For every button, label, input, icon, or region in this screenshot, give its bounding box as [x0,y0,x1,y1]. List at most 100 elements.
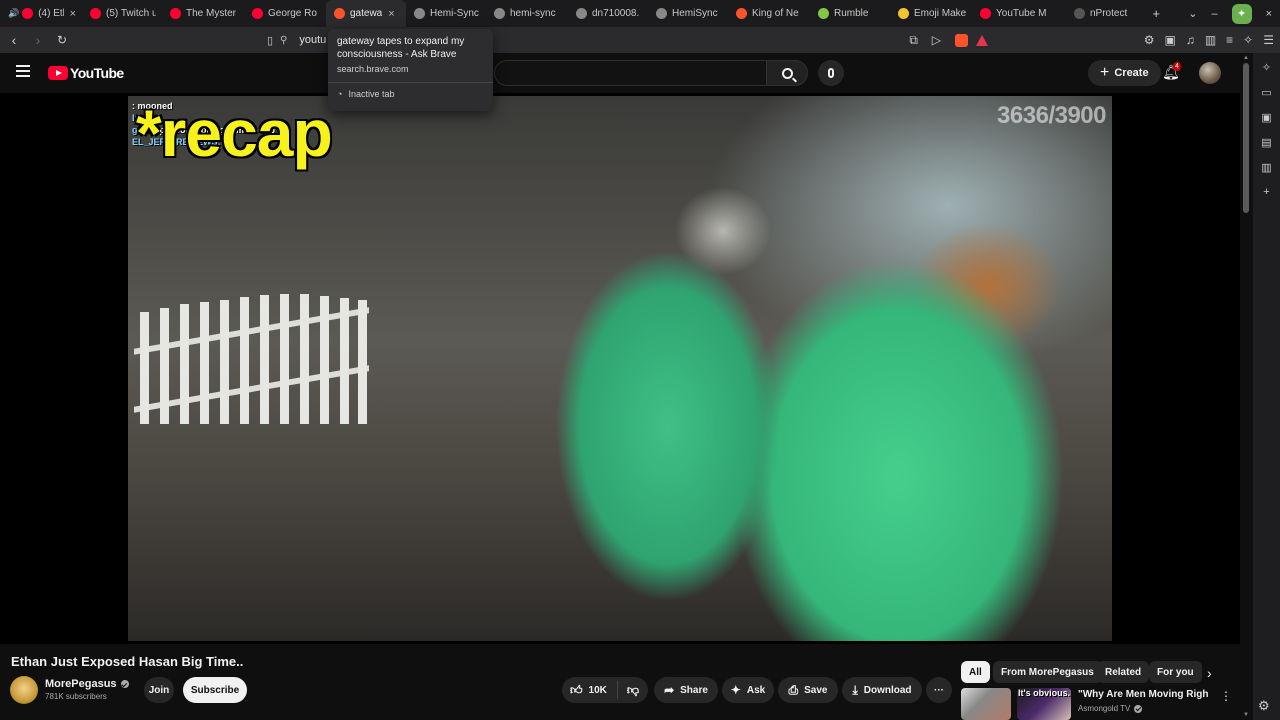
media-play-icon[interactable]: ▷ [932,33,941,47]
site-info-icon[interactable]: ⚲ [280,35,287,46]
search-input[interactable] [494,60,766,86]
open-external-icon[interactable]: ⧉ [909,33,918,48]
share-button[interactable]: ➦ Share [654,677,718,703]
join-button[interactable]: Join [144,677,174,703]
thumbnail-caption: It's obvious. [1018,688,1071,698]
close-tab-icon[interactable]: × [70,8,76,20]
tab[interactable]: nProtect Ga [1066,0,1136,27]
close-tab-icon[interactable]: × [388,8,394,20]
search-button[interactable] [766,60,808,86]
menu-icon[interactable]: ≡ [1226,33,1233,47]
tooltip-status: ◔ Inactive tab [337,89,484,99]
chip-from-channel[interactable]: From MorePegasus [993,661,1102,683]
like-dislike-group: 👍︎ 10K 👎︎ [562,677,648,703]
tab[interactable]: Hemi-Sync [406,0,486,27]
tab[interactable]: Rumble [810,0,890,27]
video-title: Ethan Just Exposed Hasan Big Time.. [11,654,244,669]
related-more-icon[interactable]: ⋮ [1220,689,1232,703]
app-menu-icon[interactable]: ☰ [1263,33,1274,47]
guide-menu-icon[interactable] [16,65,30,77]
sidebar-toggle-icon[interactable]: ▥ [1205,33,1216,47]
channel-name-link[interactable]: MorePegasus [45,678,129,690]
tab[interactable]: 🔊 (4) Eth × [0,0,82,27]
wallet-icon[interactable]: ▣ [1164,33,1175,47]
related-channel[interactable]: Asmongold TV [1078,704,1143,713]
tab-title: nProtect Ga [1090,8,1130,19]
chip-from-channel-label: From MorePegasus [1001,666,1094,678]
tab[interactable]: Emoji Make [890,0,972,27]
tab[interactable]: George Ro [244,0,326,27]
tab-title: The Myster [186,8,237,19]
bookmark-icon[interactable]: ▯ [260,34,280,47]
tab[interactable]: King of Ne [728,0,810,27]
brave-shields-icon[interactable] [955,34,968,47]
minimize-button[interactable]: – [1211,8,1217,20]
tab-favicon-icon [494,8,505,19]
save-button[interactable]: ⎙ Save [778,677,838,703]
subscribe-button[interactable]: Subscribe [183,677,247,703]
scroll-up-arrow-icon[interactable]: ▲ [1243,55,1249,61]
bookmarks-sidebar-icon[interactable]: ▤ [1261,136,1271,149]
tab-title: gatewa [350,8,383,19]
thumbs-up-icon: 👍︎ [570,682,583,697]
leo-icon[interactable]: ✧ [1243,33,1253,47]
leo-sidebar-icon[interactable]: ✧ [1262,61,1271,74]
related-thumbnail-left[interactable] [961,688,1011,720]
like-button[interactable]: 👍︎ 10K [562,681,618,699]
tabs-sidebar-icon[interactable]: ▭ [1261,86,1271,99]
account-avatar[interactable] [1199,62,1221,84]
video-frame[interactable]: : mooned Incred gridlo pls some one gift m… [128,96,1112,641]
ask-button[interactable]: ✦ Ask [722,677,774,703]
brave-rewards-icon[interactable] [976,35,988,46]
channel-avatar[interactable] [10,676,38,704]
create-button[interactable]: + Create [1088,60,1161,86]
more-actions-button[interactable]: ··· [926,677,952,703]
tab-title: Emoji Make [914,8,966,19]
new-tab-button[interactable]: + [1152,6,1160,21]
leo-ai-icon[interactable]: ✦ [1231,3,1252,24]
dislike-button[interactable]: 👎︎ [618,683,648,698]
thumbs-down-icon: 👎︎ [626,682,640,697]
wallet-sidebar-icon[interactable]: ▣ [1261,111,1271,124]
tab[interactable]: (5) Twitch u [82,0,162,27]
recap-overlay-text: *recap [136,96,333,170]
chip-for-you[interactable]: For you [1149,661,1202,683]
voice-search-button[interactable] [818,60,844,86]
tab-title: George Ro [268,8,317,19]
forward-arrow-icon[interactable]: › [28,32,48,48]
tab[interactable]: The Myster [162,0,244,27]
tab-title: hemi-sync [510,8,556,19]
tab-favicon-icon [576,8,587,19]
download-button[interactable]: ⤓ Download [842,677,922,703]
video-player[interactable]: : mooned Incred gridlo pls some one gift m… [0,93,1240,644]
reload-icon[interactable]: ↻ [52,33,72,47]
chip-all[interactable]: All [961,661,990,683]
tab[interactable]: YouTube M [972,0,1066,27]
music-icon[interactable]: ♫ [1186,33,1195,47]
tab-title: dn710008. [592,8,640,19]
tab[interactable]: dn710008. [568,0,648,27]
reading-list-sidebar-icon[interactable]: ▥ [1261,161,1271,174]
sidebar-settings-gear-icon[interactable]: ⚙ [1258,698,1270,714]
chip-related[interactable]: Related [1097,661,1150,683]
related-video-title[interactable]: "Why Are Men Moving Right?" [1078,689,1208,700]
scrollbar-thumb[interactable] [1243,63,1249,213]
tab-favicon-icon [656,8,667,19]
download-label: Download [863,684,912,696]
extensions-icon[interactable]: ⚙ [1144,33,1155,47]
scroll-down-arrow-icon[interactable]: ▼ [1243,712,1249,718]
chevron-right-icon[interactable]: › [1207,665,1212,681]
tab-favicon-icon [818,8,829,19]
tab[interactable]: hemi-sync [486,0,568,27]
add-sidebar-item-icon[interactable]: + [1263,186,1269,198]
youtube-logo[interactable]: YouTube [48,65,124,81]
page-scrollbar[interactable]: ▲ ▼ [1241,53,1251,720]
tab[interactable]: HemiSync [648,0,728,27]
save-playlist-icon: ⎙ [788,682,799,697]
back-arrow-icon[interactable]: ‹ [4,32,24,48]
audio-playing-icon[interactable]: 🔊 [8,8,19,19]
tab-active[interactable]: gatewa × [326,0,406,27]
address-text: youtu [299,34,327,46]
close-window-button[interactable]: × [1266,8,1272,20]
tab-search-icon[interactable]: ⌄ [1188,7,1197,20]
